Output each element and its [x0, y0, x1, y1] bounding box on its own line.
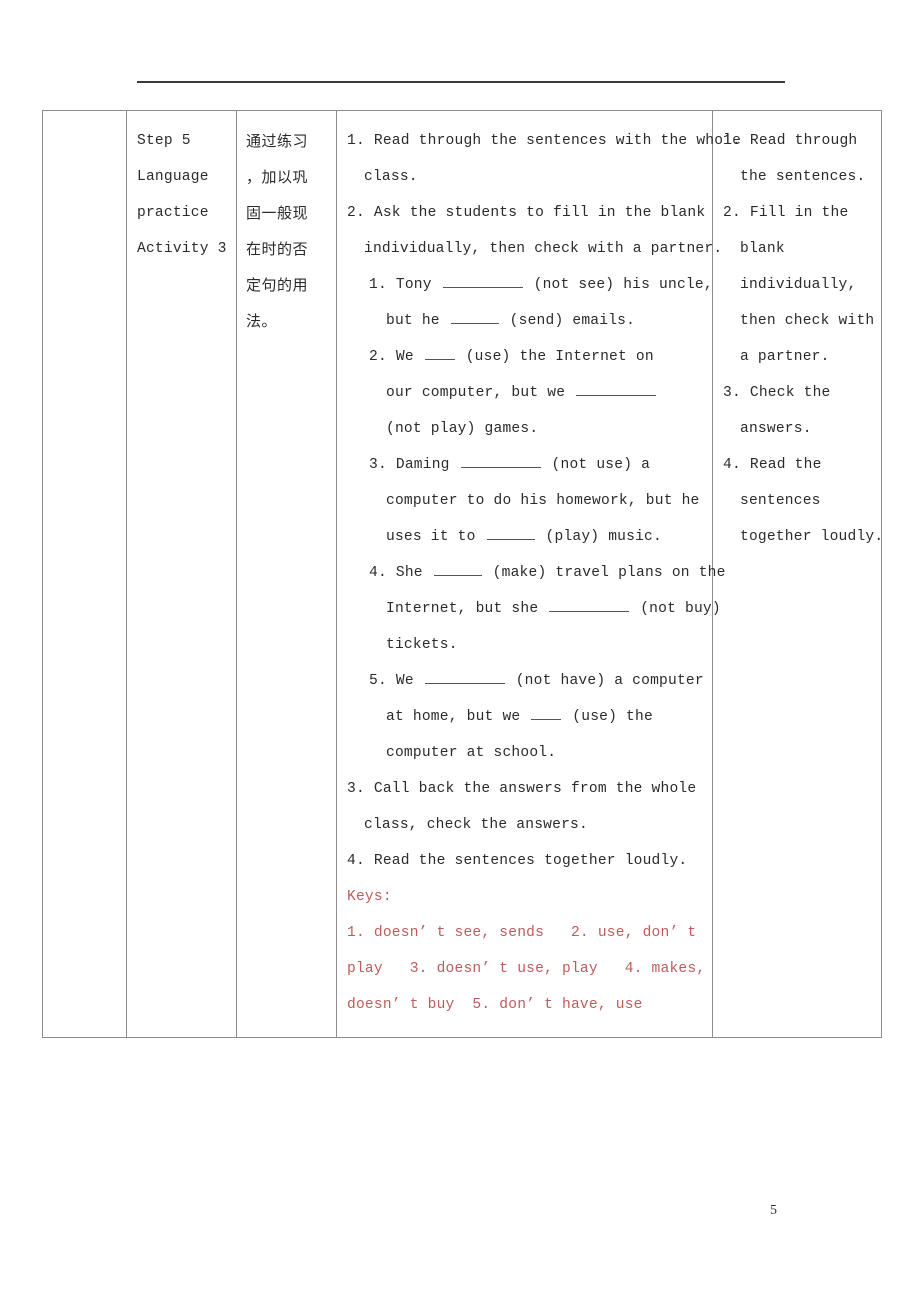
- student-activity-line: blank: [740, 241, 785, 257]
- procedure-line: computer to do his homework, but he: [386, 493, 700, 509]
- procedure-line: Keys:: [347, 889, 392, 905]
- step-line: Language: [137, 169, 209, 185]
- fill-in-blank[interactable]: [549, 597, 630, 612]
- procedure-line: tickets.: [386, 637, 458, 653]
- cell-purpose-content: 通过练习 ，加以巩固一般现在时的否定句的用法。: [237, 111, 336, 353]
- step-line: Step 5: [137, 133, 191, 149]
- purpose-line: ，加以巩: [246, 168, 309, 186]
- fill-in-blank[interactable]: [433, 561, 482, 576]
- fill-in-blank[interactable]: [424, 345, 455, 360]
- purpose-line: 在时的否: [246, 240, 309, 258]
- cell-empty-first-content: [43, 111, 126, 137]
- procedure-line: doesn’ t buy 5. don’ t have, use: [347, 997, 643, 1013]
- cell-purpose: 通过练习 ，加以巩固一般现在时的否定句的用法。: [236, 110, 337, 1038]
- purpose-line: 固一般现: [246, 204, 309, 222]
- procedure-line: individually, then check with a partner.: [364, 241, 723, 257]
- cell-empty-first: [42, 110, 127, 1038]
- cell-step-content: Step 5 Language practice Activity 3: [127, 111, 236, 281]
- purpose-line: 定句的用: [246, 276, 309, 294]
- procedure-line: (not play) games.: [386, 421, 539, 437]
- student-activity-line: then check with: [740, 313, 875, 329]
- procedure-line: at home, but we (use) the: [347, 699, 704, 735]
- procedure-line: Internet, but she (not buy): [347, 591, 721, 627]
- procedure-line: 4. Read the sentences together loudly.: [347, 853, 688, 869]
- student-activity-line: sentences: [740, 493, 821, 509]
- student-activity-line: 2. Fill in the: [723, 205, 849, 221]
- step-line: Activity 3: [137, 241, 227, 257]
- procedure-line: 2. Ask the students to fill in the blank: [347, 205, 706, 221]
- procedure-line: computer at school.: [386, 745, 557, 761]
- procedure-line: play 3. doesn’ t use, play 4. makes,: [347, 961, 706, 977]
- table-row: Step 5 Language practice Activity 3 通过练习 ，加以…: [42, 110, 884, 1038]
- purpose-line: 法。: [246, 312, 278, 330]
- document-page: Step 5 Language practice Activity 3 通过练习 ，加以…: [0, 0, 920, 1302]
- cell-student-activity-content: 1. Read through the sentences. 2. Fill in …: [713, 111, 884, 569]
- student-activity-line: 3. Check the: [723, 385, 831, 401]
- cell-procedure-content: 1. Read through the sentences with the w…: [337, 111, 742, 1037]
- procedure-line: class.: [364, 169, 418, 185]
- procedure-line: 1. Tony (not see) his uncle,: [347, 267, 713, 303]
- student-activity-line: the sentences.: [740, 169, 866, 185]
- student-activity-line: 4. Read the: [723, 457, 822, 473]
- procedure-line: 2. We (use) the Internet on: [347, 339, 704, 375]
- student-activity-line: answers.: [740, 421, 812, 437]
- cell-procedure: 1. Read through the sentences with the w…: [336, 110, 742, 1038]
- student-activity-line: together loudly.: [740, 529, 884, 545]
- fill-in-blank[interactable]: [486, 525, 535, 540]
- procedure-line: 4. She (make) travel plans on the: [347, 555, 725, 591]
- procedure-line: but he (send) emails.: [347, 303, 704, 339]
- step-line: practice: [137, 205, 209, 221]
- student-activity-line: a partner.: [740, 349, 830, 365]
- fill-in-blank[interactable]: [450, 309, 499, 324]
- fill-in-blank[interactable]: [531, 705, 562, 720]
- header-rule: [137, 81, 785, 83]
- procedure-line: 1. doesn’ t see, sends 2. use, don’ t: [347, 925, 697, 941]
- procedure-line: 1. Read through the sentences with the w…: [347, 133, 742, 149]
- purpose-line: 通过练习: [246, 132, 309, 150]
- cell-student-activity: 1. Read through the sentences. 2. Fill in …: [712, 110, 884, 1038]
- procedure-line: 3. Daming (not use) a: [347, 447, 704, 483]
- procedure-line: uses it to (play) music.: [347, 519, 704, 555]
- procedure-line: 5. We (not have) a computer: [347, 663, 704, 699]
- procedure-line: 3. Call back the answers from the whole: [347, 781, 697, 797]
- procedure-line: our computer, but we: [347, 375, 704, 411]
- fill-in-blank[interactable]: [424, 669, 505, 684]
- fill-in-blank[interactable]: [576, 381, 657, 396]
- lesson-plan-table: Step 5 Language practice Activity 3 通过练习 ，加以…: [42, 110, 884, 1038]
- fill-in-blank[interactable]: [442, 273, 523, 288]
- procedure-line: class, check the answers.: [364, 817, 588, 833]
- fill-in-blank[interactable]: [460, 453, 541, 468]
- student-activity-line: 1. Read through: [723, 133, 858, 149]
- student-activity-line: individually,: [740, 277, 857, 293]
- cell-step: Step 5 Language practice Activity 3: [126, 110, 237, 1038]
- page-number: 5: [770, 1203, 777, 1218]
